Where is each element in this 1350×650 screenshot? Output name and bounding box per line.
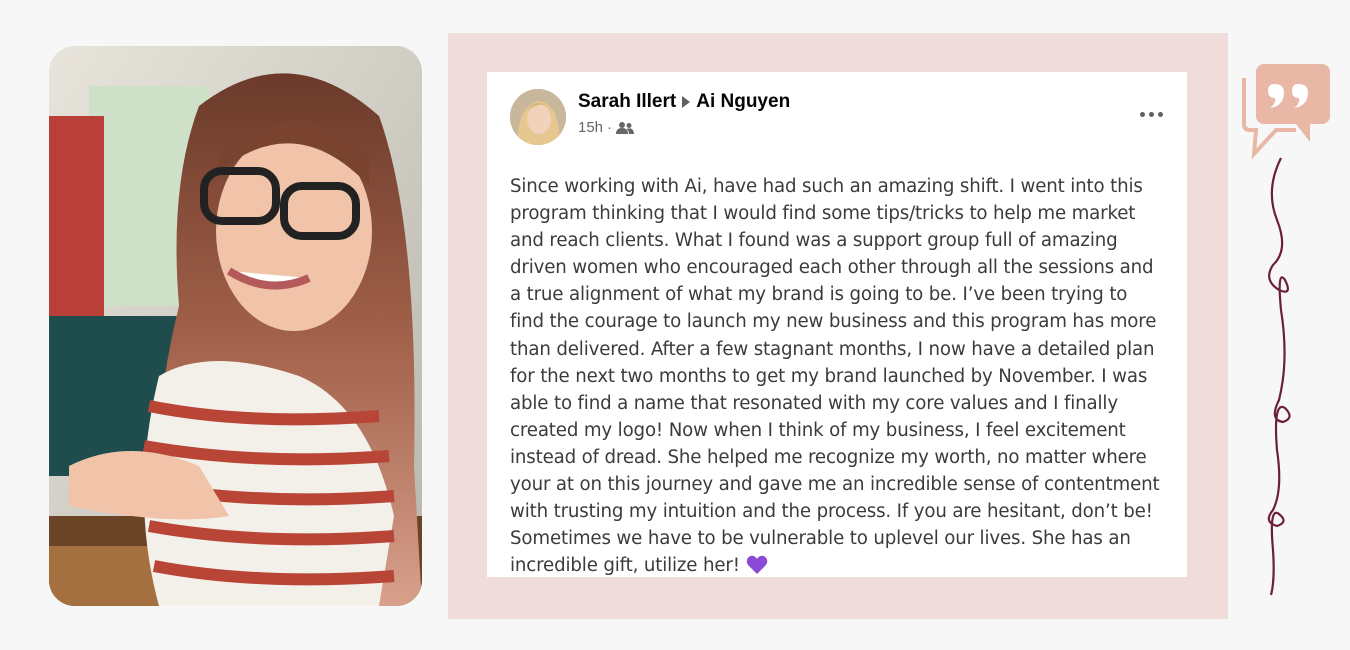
quote-bubble-icon [1242, 64, 1330, 160]
facebook-post-card: Sarah Illert Ai Nguyen 15h · Since worki… [487, 72, 1187, 577]
author-name[interactable]: Sarah Illert [578, 91, 676, 113]
author-avatar[interactable] [510, 89, 566, 145]
purple-heart-icon [746, 556, 767, 575]
post-header: Sarah Illert Ai Nguyen 15h · [510, 89, 1165, 151]
post-meta: Sarah Illert Ai Nguyen 15h · [578, 91, 790, 136]
recipient-name[interactable]: Ai Nguyen [696, 91, 790, 113]
decorative-swirl-line [1267, 157, 1291, 596]
reviewer-photo [49, 46, 422, 606]
separator: · [607, 119, 613, 136]
more-options-icon[interactable] [1137, 109, 1165, 119]
right-arrow-icon [682, 96, 691, 108]
post-time[interactable]: 15h [578, 119, 603, 136]
post-author-line: Sarah Illert Ai Nguyen [578, 91, 790, 113]
friends-icon [616, 121, 635, 134]
post-text: Since working with Ai, have had such an … [510, 176, 1160, 577]
post-subline: 15h · [578, 119, 790, 136]
post-body: Since working with Ai, have had such an … [510, 173, 1165, 579]
